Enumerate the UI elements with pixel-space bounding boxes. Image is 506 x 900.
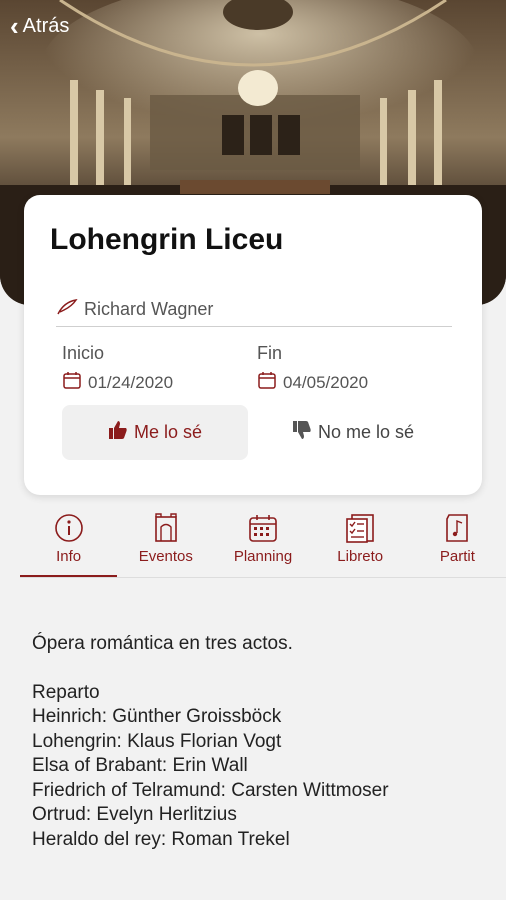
- tab-planning[interactable]: Planning: [214, 512, 311, 578]
- end-label: Fin: [257, 343, 283, 363]
- cast-member: Elsa of Brabant: Erin Wall: [32, 755, 248, 776]
- tab-divider: [20, 577, 506, 578]
- know-it-button[interactable]: Me lo sé: [62, 405, 248, 460]
- tab-libreto[interactable]: Libreto: [312, 512, 409, 578]
- back-button[interactable]: ‹ Atrás: [10, 12, 69, 40]
- opera-title: Lohengrin Liceu: [50, 223, 284, 256]
- tab-bar: Info Eventos Planning Libreto Partit: [20, 512, 506, 578]
- opera-card: Lohengrin Liceu Richard Wagner Inicio 01…: [24, 195, 482, 495]
- score-icon: [443, 512, 471, 544]
- dont-know-it-button[interactable]: No me lo sé: [260, 405, 446, 460]
- cast-member: Heraldo del rey: Roman Trekel: [32, 828, 290, 850]
- calendar-icon: [248, 512, 278, 544]
- cast-member: Ortrud: Evelyn Herlitzius: [32, 804, 237, 825]
- dates-row: Inicio 01/24/2020 Fin 04/05/2020: [62, 343, 452, 395]
- calendar-icon: [62, 370, 82, 395]
- calendar-icon: [257, 370, 277, 395]
- theater-icon: [153, 512, 179, 544]
- opera-description: Ópera romántica en tres actos.: [32, 633, 293, 654]
- end-date-block: Fin 04/05/2020: [257, 343, 452, 395]
- thumbs-up-icon: [108, 420, 128, 445]
- cast-member: Lohengrin: Klaus Florian Vogt: [32, 730, 282, 752]
- quill-icon: [56, 298, 78, 321]
- thumbs-down-icon: [292, 420, 312, 445]
- tab-partitura-label: Partit: [439, 548, 475, 565]
- start-date-block: Inicio 01/24/2020: [62, 343, 257, 395]
- start-date: 01/24/2020: [88, 372, 174, 392]
- tab-eventos-label: Eventos: [138, 548, 193, 565]
- cast-member: Friedrich of Telramund: Carsten Wittmose…: [32, 779, 389, 801]
- tab-eventos[interactable]: Eventos: [117, 512, 214, 578]
- start-label: Inicio: [62, 343, 105, 363]
- composer-row: Richard Wagner: [56, 293, 452, 327]
- checklist-icon: [345, 512, 375, 544]
- cast-member: Heinrich: Günther Groissböck: [32, 706, 282, 727]
- dont-know-it-label: No me lo sé: [317, 422, 415, 442]
- composer-name: Richard Wagner: [84, 299, 214, 319]
- chevron-left-icon: ‹: [10, 11, 19, 41]
- know-it-label: Me lo sé: [133, 422, 203, 442]
- back-label: Atrás: [22, 15, 70, 37]
- info-icon: [54, 512, 84, 544]
- end-date: 04/05/2020: [283, 372, 369, 392]
- tab-partitura[interactable]: Partit: [409, 512, 506, 578]
- knowledge-buttons: Me lo sé No me lo sé: [62, 405, 452, 460]
- info-content: Ópera romántica en tres actos. Reparto H…: [32, 632, 486, 852]
- tab-info[interactable]: Info: [20, 512, 118, 578]
- tab-info-label: Info: [56, 548, 82, 565]
- tab-libreto-label: Libreto: [337, 548, 384, 565]
- tab-planning-label: Planning: [233, 548, 293, 565]
- cast-title: Reparto: [32, 681, 100, 703]
